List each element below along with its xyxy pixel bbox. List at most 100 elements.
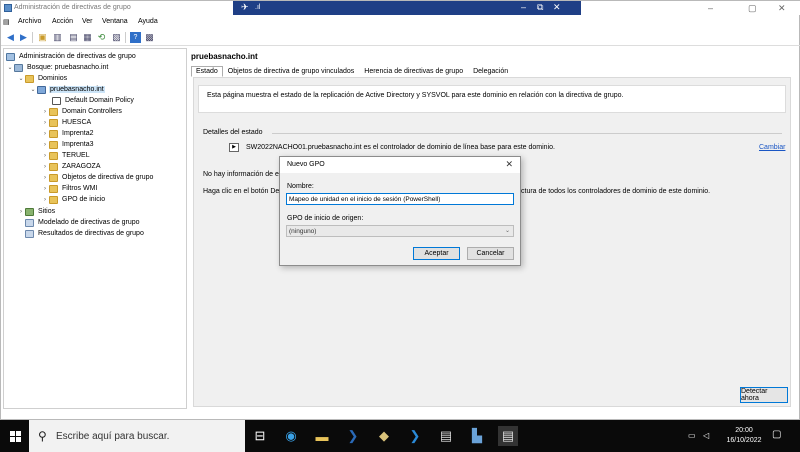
- close-icon[interactable]: ✕: [778, 3, 786, 14]
- expand-icon[interactable]: ›: [41, 142, 49, 148]
- powershell-icon[interactable]: ❯: [343, 426, 363, 446]
- pin-icon[interactable]: ✈: [241, 2, 249, 13]
- refresh-icon[interactable]: ▦: [82, 32, 93, 43]
- toolbar-separator: [125, 32, 126, 43]
- tree-item-teruel[interactable]: › TERUEL: [41, 150, 91, 161]
- tree-item-imprenta2[interactable]: › Imprenta2: [41, 128, 95, 139]
- tree-label: TERUEL: [62, 152, 90, 159]
- clock[interactable]: 20:00 16/10/2022: [720, 426, 768, 446]
- filter-icon[interactable]: ▧: [111, 32, 122, 43]
- folder-icon: [25, 74, 34, 83]
- back-icon[interactable]: ◀: [5, 32, 16, 43]
- taskbar-search[interactable]: ⚲ Escribe aquí para buscar.: [29, 420, 245, 452]
- tree-item-sites[interactable]: › Sitios: [17, 206, 56, 217]
- expand-icon[interactable]: ›: [41, 131, 49, 137]
- menu-accion[interactable]: Acción: [52, 18, 73, 25]
- tree-item-default-domain-policy[interactable]: Default Domain Policy: [52, 95, 135, 106]
- tab-delegation[interactable]: Delegación: [468, 66, 513, 77]
- tree-label: Dominios: [38, 75, 68, 82]
- cancel-button[interactable]: Cancelar: [467, 247, 514, 260]
- search-icon: ⚲: [38, 429, 47, 443]
- ou-icon: [49, 151, 58, 160]
- expand-icon[interactable]: ›: [41, 186, 49, 192]
- forward-icon[interactable]: ▶: [18, 32, 29, 43]
- server-manager-icon[interactable]: ▙: [467, 426, 487, 446]
- notifications-icon[interactable]: ▢: [772, 429, 781, 440]
- up-folder-icon[interactable]: ▣: [37, 32, 48, 43]
- tree-label: Resultados de directivas de grupo: [38, 230, 144, 237]
- rd-restore-icon[interactable]: ⧉: [537, 2, 543, 13]
- tree-item-forest[interactable]: ⌄ Bosque: pruebasnacho.int: [6, 62, 109, 73]
- tree-item-wmi-filters[interactable]: › Filtros WMI: [41, 183, 98, 194]
- volume-icon[interactable]: ◁: [703, 431, 709, 440]
- no-info-text: No hay información de e: [203, 171, 279, 178]
- edge-icon[interactable]: ◉: [281, 426, 301, 446]
- gpo-name-input[interactable]: Mapeo de unidad en el inicio de sesión (…: [286, 193, 514, 205]
- dialog-close-icon[interactable]: ✕: [505, 159, 513, 170]
- tab-estado[interactable]: Estado: [191, 66, 223, 77]
- rd-minimize-icon[interactable]: –: [521, 2, 526, 12]
- expand-icon[interactable]: ›: [17, 209, 25, 215]
- rd-close-icon[interactable]: ✕: [553, 2, 561, 13]
- expand-icon[interactable]: ›: [41, 120, 49, 126]
- expand-icon[interactable]: ›: [41, 175, 49, 181]
- collapse-icon[interactable]: ⌄: [6, 64, 14, 71]
- maximize-icon[interactable]: ▢: [748, 3, 757, 14]
- show-tree-icon[interactable]: ▥: [52, 32, 63, 43]
- tree-label: Modelado de directivas de grupo: [38, 219, 140, 226]
- export-icon[interactable]: ⟲: [96, 32, 107, 43]
- menu-archivo[interactable]: Archivo: [18, 18, 41, 25]
- help-icon[interactable]: ?: [130, 32, 141, 43]
- source-gpo-select[interactable]: (ninguno) ⌄: [286, 225, 514, 237]
- task-view-icon[interactable]: ⊟: [250, 426, 270, 446]
- chevron-down-icon: ⌄: [504, 228, 510, 234]
- tree-item-root[interactable]: Administración de directivas de grupo: [6, 51, 137, 62]
- console-icon[interactable]: ▩: [144, 32, 155, 43]
- clock-date: 16/10/2022: [726, 437, 762, 444]
- new-gpo-dialog: Nuevo GPO ✕ Nombre: Mapeo de unidad en e…: [279, 156, 521, 266]
- accept-button[interactable]: Aceptar: [413, 247, 460, 260]
- gpmc-icon: [6, 52, 15, 61]
- start-button[interactable]: [10, 431, 21, 442]
- menu-ayuda[interactable]: Ayuda: [138, 18, 158, 25]
- tree-label: pruebasnacho.int: [49, 86, 105, 93]
- detect-now-button[interactable]: Detectar ahora: [740, 387, 788, 403]
- tree-item-domain[interactable]: ⌄ pruebasnacho.int: [29, 84, 105, 95]
- properties-icon[interactable]: ▤: [68, 32, 79, 43]
- tree-item-domains[interactable]: ⌄ Dominios: [17, 73, 68, 84]
- menu-bar: ▤ Archivo Acción Ver Ventana Ayuda: [1, 16, 800, 28]
- tree-label: HUESCA: [62, 119, 92, 126]
- tree-item-zaragoza[interactable]: › ZARAGOZA: [41, 161, 102, 172]
- menu-ver[interactable]: Ver: [82, 18, 93, 25]
- source-gpo-value: (ninguno): [289, 228, 317, 235]
- menu-ventana[interactable]: Ventana: [102, 18, 128, 25]
- menu-system-icon[interactable]: ▤: [3, 18, 10, 26]
- modeling-icon: [25, 218, 34, 227]
- tree-item-domain-controllers[interactable]: › Domain Controllers: [41, 106, 123, 117]
- gpmc-taskbar-icon[interactable]: ▤: [498, 426, 518, 446]
- expand-icon[interactable]: ›: [41, 197, 49, 203]
- tree-item-huesca[interactable]: › HUESCA: [41, 117, 92, 128]
- app-icon: [4, 4, 12, 12]
- powershell-ise-icon[interactable]: ❯: [405, 426, 425, 446]
- collapse-icon[interactable]: ⌄: [17, 75, 25, 82]
- tab-inheritance[interactable]: Herencia de directivas de grupo: [359, 66, 468, 77]
- tree-item-imprenta3[interactable]: › Imprenta3: [41, 139, 95, 150]
- tree-label: GPO de inicio: [62, 196, 106, 203]
- file-explorer-icon[interactable]: ▬: [312, 426, 332, 446]
- minimize-icon[interactable]: –: [708, 3, 713, 13]
- expand-icon[interactable]: ›: [41, 109, 49, 115]
- tree-item-starter-gpos[interactable]: › GPO de inicio: [41, 194, 106, 205]
- network-icon[interactable]: ▭: [688, 431, 696, 440]
- tab-linked-gpos[interactable]: Objetos de directiva de grupo vinculados: [223, 66, 359, 77]
- expand-icon[interactable]: ›: [41, 153, 49, 159]
- collapse-icon[interactable]: ⌄: [29, 86, 37, 93]
- expand-icon[interactable]: ›: [41, 164, 49, 170]
- domain-icon: [37, 85, 46, 94]
- tree-item-modeling[interactable]: Modelado de directivas de grupo: [25, 217, 141, 228]
- change-link[interactable]: Cambiar: [759, 144, 785, 151]
- notepad-icon[interactable]: ▤: [436, 426, 456, 446]
- tree-item-gpo-objects[interactable]: › Objetos de directiva de grupo: [41, 172, 154, 183]
- tools-icon[interactable]: ◆: [374, 426, 394, 446]
- tree-item-results[interactable]: Resultados de directivas de grupo: [25, 228, 145, 239]
